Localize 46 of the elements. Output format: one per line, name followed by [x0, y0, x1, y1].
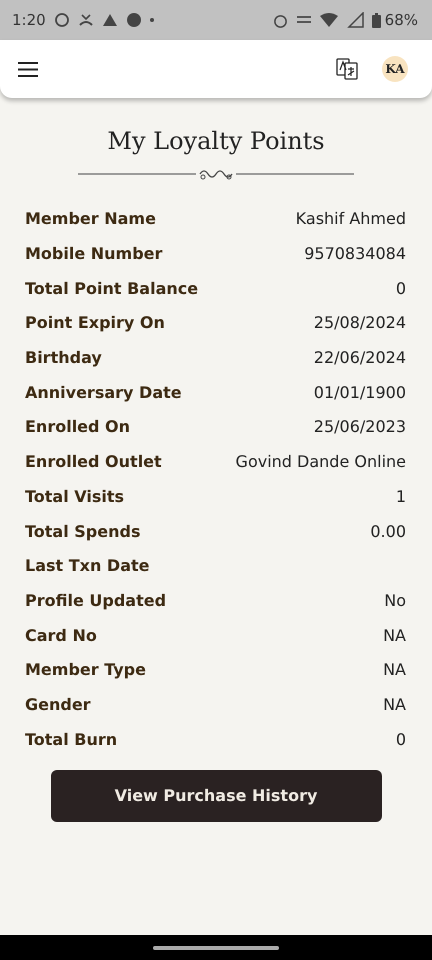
detail-value: 22/06/2024 — [314, 347, 406, 370]
detail-value: 25/06/2023 — [314, 416, 406, 438]
detail-label: Enrolled Outlet — [25, 451, 162, 474]
battery-percent: 68% — [384, 10, 418, 31]
detail-value: NA — [383, 694, 406, 716]
detail-label: Point Expiry On — [25, 312, 165, 334]
page-title: My Loyalty Points — [107, 126, 325, 157]
detail-label: Total Point Balance — [25, 278, 198, 300]
detail-label: Total Burn — [25, 728, 118, 751]
detail-value: Govind Dande Online — [236, 451, 406, 474]
detail-label: Total Spends — [25, 520, 140, 543]
detail-label: Card No — [25, 624, 97, 647]
detail-label: Profile Updated — [25, 590, 166, 612]
detail-label: Total Visits — [25, 486, 124, 508]
missed-call-icon — [78, 13, 94, 27]
warning-icon — [102, 13, 118, 27]
detail-value: NA — [383, 624, 406, 647]
detail-value: 0 — [396, 278, 406, 300]
status-time: 1:20 — [12, 10, 46, 31]
detail-label: Member Name — [25, 208, 156, 230]
detail-label: Enrolled On — [25, 416, 130, 438]
detail-value: 1 — [396, 486, 406, 508]
detail-value: 0.00 — [370, 520, 406, 543]
detail-label: Birthday — [25, 347, 102, 370]
detail-value: No — [384, 590, 406, 612]
detail-value: 25/08/2024 — [314, 312, 406, 334]
dot-icon — [150, 18, 154, 22]
battery-icon — [372, 12, 381, 28]
detail-value: NA — [383, 659, 406, 682]
user-avatar[interactable]: KA — [382, 56, 408, 82]
detail-value: 0 — [396, 728, 406, 751]
menu-icon[interactable] — [18, 62, 38, 76]
detail-label: Gender — [25, 694, 91, 716]
home-handle[interactable] — [153, 946, 279, 950]
detail-value: 9570834084 — [304, 243, 406, 266]
detail-label: Anniversary Date — [25, 382, 182, 404]
wifi-icon — [320, 13, 338, 27]
detail-value: 01/01/1900 — [314, 382, 406, 404]
alarm-icon — [272, 12, 288, 28]
detail-label: Member Type — [25, 659, 146, 682]
detail-value: Kashif Ahmed — [296, 208, 406, 230]
translate-icon[interactable] — [336, 58, 358, 80]
signal-icon — [346, 12, 364, 28]
detail-label: Mobile Number — [25, 243, 162, 266]
view-purchase-history-button[interactable]: View Purchase History — [50, 770, 382, 822]
detail-label: Last Txn Date — [25, 555, 150, 578]
